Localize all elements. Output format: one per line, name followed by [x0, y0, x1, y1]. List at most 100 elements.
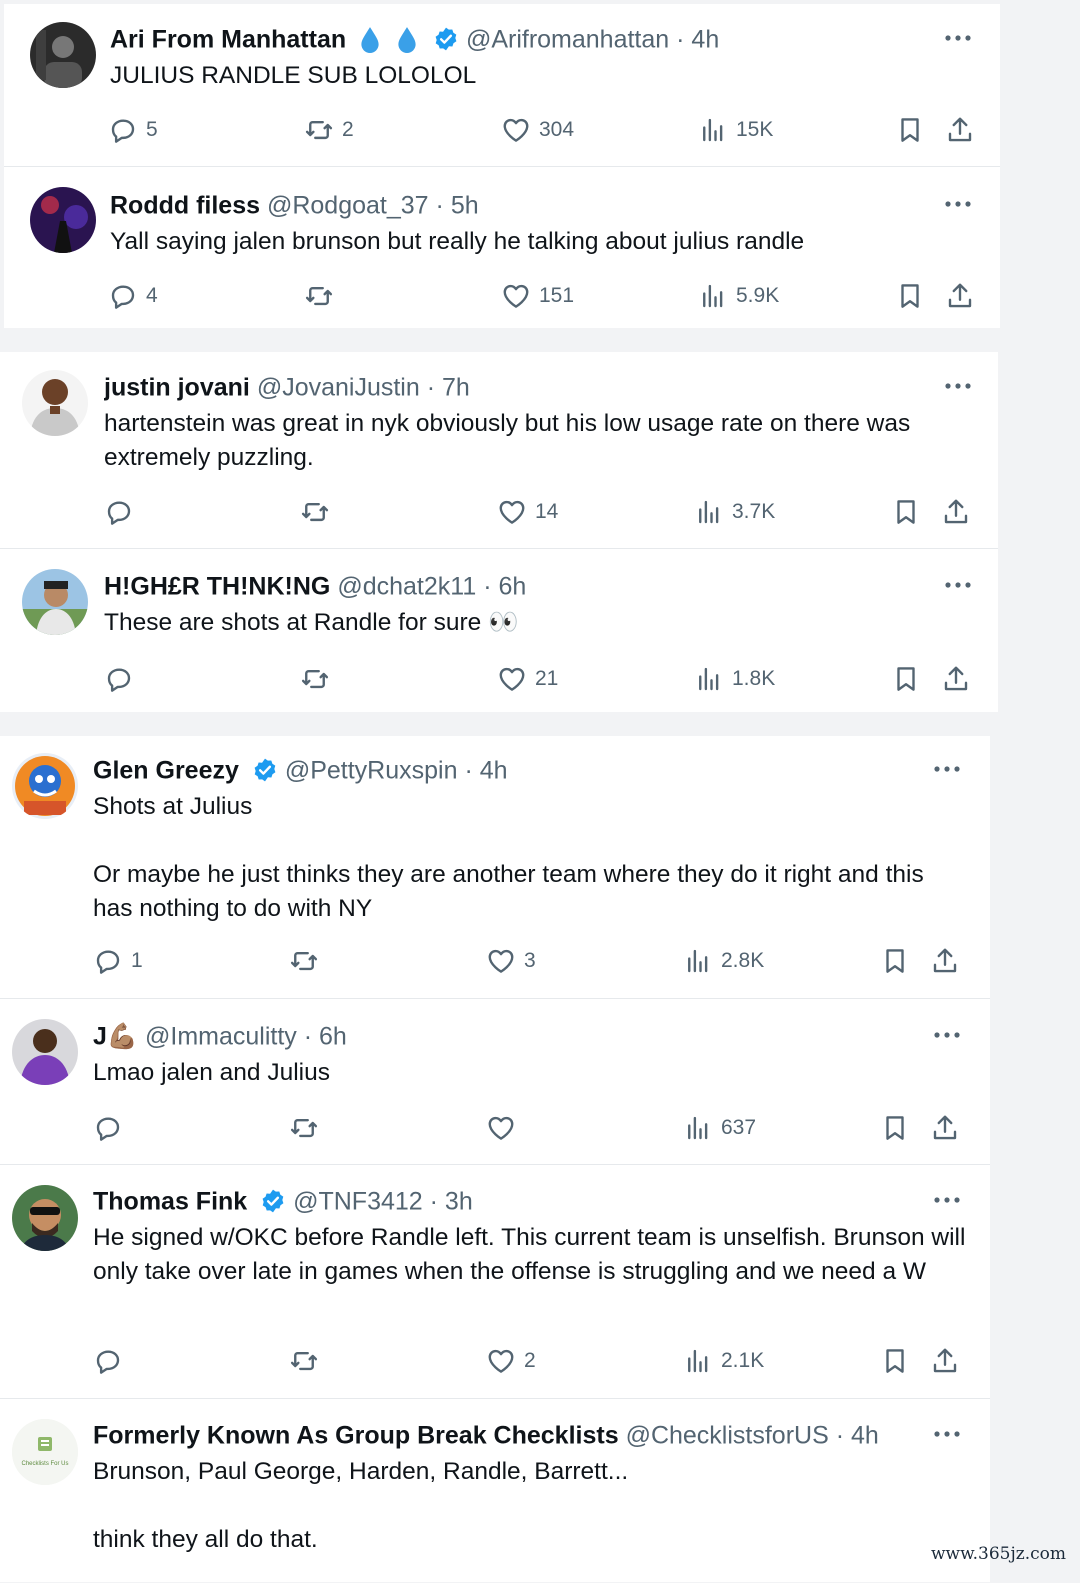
repost-button[interactable]	[300, 661, 338, 697]
avatar[interactable]	[12, 753, 78, 819]
share-button[interactable]	[930, 1343, 960, 1379]
bookmark-button[interactable]	[880, 1110, 910, 1146]
share-icon	[933, 1348, 957, 1373]
display-name[interactable]: Ari From Manhattan	[110, 25, 346, 53]
timestamp[interactable]: 6h	[498, 572, 526, 600]
display-name[interactable]: Roddd filess	[110, 191, 260, 219]
more-dots-icon[interactable]	[932, 1195, 962, 1205]
repost-button[interactable]	[300, 494, 338, 530]
avatar[interactable]	[12, 1419, 78, 1485]
share-button[interactable]	[930, 1110, 960, 1146]
handle[interactable]: @JovaniJustin	[257, 373, 420, 401]
reply-button[interactable]: 1	[93, 943, 143, 979]
handle[interactable]: @PettyRuxspin	[285, 756, 458, 784]
tweet[interactable]: J💪🏽 @Immaculitty · 6h Lmao jalen and Jul…	[0, 998, 990, 1165]
tweet[interactable]: H!GH£R TH!NK!NG @dchat2k11 · 6h These ar…	[0, 548, 998, 713]
repost-button[interactable]	[289, 1110, 327, 1146]
bookmark-icon	[897, 500, 915, 524]
timestamp[interactable]: 6h	[319, 1022, 347, 1050]
timestamp[interactable]: 3h	[445, 1187, 473, 1215]
bookmark-button[interactable]	[891, 661, 921, 697]
reply-button[interactable]	[104, 661, 142, 697]
display-name[interactable]: justin jovani	[104, 373, 250, 401]
share-button[interactable]	[930, 943, 960, 979]
handle[interactable]: @Immaculitty	[145, 1022, 297, 1050]
tweet[interactable]: Ari From Manhattan @Arifromanhattan · 4h…	[4, 4, 1000, 166]
tweet[interactable]: Checklists For Us Formerly Known As Grou…	[0, 1398, 990, 1583]
views-button[interactable]: 3.7K	[694, 494, 775, 530]
more-dots-icon[interactable]	[943, 199, 973, 209]
like-button[interactable]: 21	[497, 661, 558, 697]
display-name[interactable]: H!GH£R TH!NK!NG	[104, 572, 330, 600]
handle[interactable]: @dchat2k11	[337, 572, 476, 600]
avatar[interactable]	[12, 1019, 78, 1085]
timestamp[interactable]: 4h	[480, 756, 508, 784]
avatar[interactable]	[22, 370, 88, 436]
views-count: 5.9K	[736, 284, 780, 307]
like-button[interactable]: 304	[501, 112, 574, 148]
timestamp[interactable]: 7h	[442, 373, 470, 401]
reply-count: 5	[146, 118, 158, 141]
repost-button[interactable]: 2	[304, 112, 354, 148]
views-button[interactable]: 1.8K	[694, 661, 775, 697]
reply-button[interactable]	[93, 1110, 131, 1146]
repost-button[interactable]	[304, 278, 342, 314]
tweet-header: Thomas Fink @TNF3412 · 3h	[93, 1183, 910, 1217]
tweet[interactable]: Thomas Fink @TNF3412 · 3h He signed w/OK…	[0, 1164, 990, 1399]
handle[interactable]: @TNF3412	[293, 1187, 423, 1215]
tweet-header: Glen Greezy @PettyRuxspin · 4h	[93, 752, 910, 786]
views-count: 15K	[736, 118, 774, 141]
more-dots-icon[interactable]	[932, 1429, 962, 1439]
share-button[interactable]	[941, 661, 971, 697]
views-button[interactable]: 5.9K	[698, 278, 779, 314]
like-button[interactable]	[486, 1110, 524, 1146]
avatar[interactable]	[30, 187, 96, 253]
separator: ·	[303, 1022, 313, 1051]
reply-button[interactable]	[104, 494, 142, 530]
repost-button[interactable]	[289, 943, 327, 979]
more-dots-icon[interactable]	[943, 33, 973, 43]
like-button[interactable]: 3	[486, 943, 536, 979]
handle[interactable]: @Rodgoat_37	[267, 191, 429, 219]
avatar[interactable]	[12, 1185, 78, 1251]
display-name[interactable]: Glen Greezy	[93, 756, 239, 784]
views-button[interactable]: 15K	[698, 112, 773, 148]
reply-button[interactable]	[93, 1343, 131, 1379]
repost-button[interactable]	[289, 1343, 327, 1379]
tweet-header: Roddd filess @Rodgoat_37 · 5h	[110, 187, 920, 221]
reply-button[interactable]: 4	[108, 278, 158, 314]
like-button[interactable]: 2	[486, 1343, 536, 1379]
more-dots-icon[interactable]	[932, 1030, 962, 1040]
views-button[interactable]: 637	[683, 1110, 756, 1146]
bookmark-button[interactable]	[880, 943, 910, 979]
like-button[interactable]: 151	[501, 278, 574, 314]
timestamp[interactable]: 5h	[451, 191, 479, 219]
timestamp[interactable]: 4h	[691, 25, 719, 53]
timestamp[interactable]: 4h	[851, 1421, 879, 1449]
reply-button[interactable]: 5	[108, 112, 158, 148]
more-dots-icon[interactable]	[932, 764, 962, 774]
handle[interactable]: @ChecklistsforUS	[626, 1421, 829, 1449]
share-button[interactable]	[945, 112, 975, 148]
bookmark-button[interactable]	[880, 1343, 910, 1379]
share-button[interactable]	[941, 494, 971, 530]
more-dots-icon[interactable]	[943, 381, 973, 391]
tweet[interactable]: Roddd filess @Rodgoat_37 · 5h Yall sayin…	[4, 166, 1000, 329]
tweet[interactable]: justin jovani @JovaniJustin · 7h hartens…	[0, 352, 998, 548]
like-button[interactable]: 14	[497, 494, 558, 530]
action-bar: 1 3 2.8K	[93, 943, 963, 979]
bookmark-button[interactable]	[895, 112, 925, 148]
handle[interactable]: @Arifromanhattan	[466, 25, 669, 53]
bookmark-button[interactable]	[891, 494, 921, 530]
display-name[interactable]: J💪🏽	[93, 1022, 138, 1050]
tweet[interactable]: Glen Greezy @PettyRuxspin · 4h Shots at …	[0, 736, 990, 998]
share-button[interactable]	[945, 278, 975, 314]
bookmark-button[interactable]	[895, 278, 925, 314]
views-button[interactable]: 2.8K	[683, 943, 764, 979]
more-dots-icon[interactable]	[943, 580, 973, 590]
views-button[interactable]: 2.1K	[683, 1343, 764, 1379]
avatar[interactable]	[22, 569, 88, 635]
display-name[interactable]: Formerly Known As Group Break Checklists	[93, 1421, 619, 1449]
avatar[interactable]	[30, 22, 96, 88]
display-name[interactable]: Thomas Fink	[93, 1187, 247, 1215]
